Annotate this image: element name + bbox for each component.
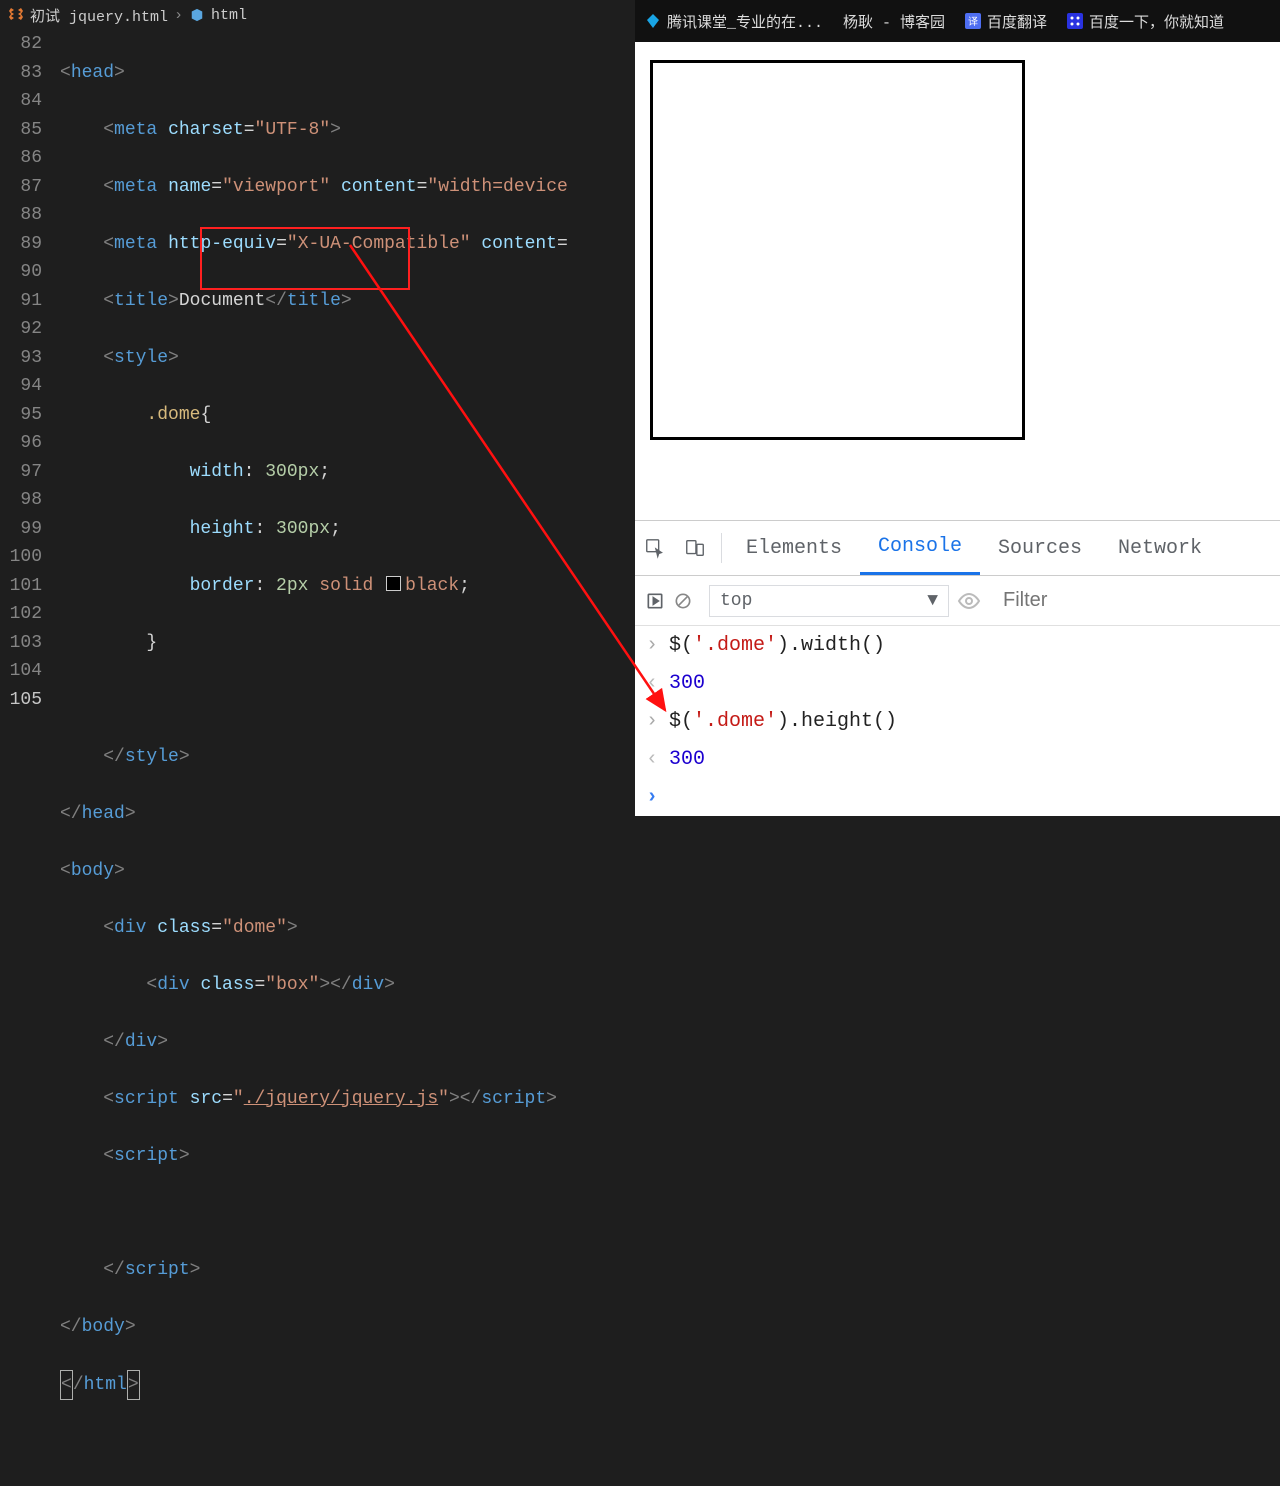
page-viewport bbox=[635, 42, 1280, 520]
console-output-row: ‹ 300 bbox=[635, 664, 1280, 702]
chevron-right-icon: › bbox=[174, 7, 183, 24]
device-icon[interactable] bbox=[675, 537, 715, 559]
svg-text:译: 译 bbox=[968, 16, 978, 29]
tab-console[interactable]: Console bbox=[860, 521, 980, 575]
console-input-row: › $('.dome').width() bbox=[635, 626, 1280, 664]
tab-label: 百度翻译 bbox=[987, 11, 1047, 32]
console-input-row: › $('.dome').height() bbox=[635, 702, 1280, 740]
devtools-tabs[interactable]: Elements Console Sources Network bbox=[635, 520, 1280, 576]
tab-network[interactable]: Network bbox=[1100, 521, 1220, 575]
console-output-row: ‹ 300 bbox=[635, 740, 1280, 778]
browser-tab[interactable]: 百度一下，你就知道 bbox=[1057, 0, 1234, 42]
breadcrumb-node[interactable]: html bbox=[211, 7, 247, 24]
chevron-down-icon: ▼ bbox=[927, 591, 938, 611]
cube-icon bbox=[189, 7, 205, 23]
gutter: 8283848586878889909192939495969798991001… bbox=[0, 30, 60, 1486]
code-text[interactable]: <head> <meta charset="UTF-8"> <meta name… bbox=[60, 30, 635, 1486]
editor-pane: 初试 jquery.html › html 828384858687888990… bbox=[0, 0, 635, 819]
tab-label: 腾讯课堂_专业的在... bbox=[667, 11, 823, 32]
tab-elements[interactable]: Elements bbox=[728, 521, 860, 575]
chevron-left-icon: ‹ bbox=[643, 748, 661, 771]
translate-icon: 译 bbox=[965, 13, 981, 29]
breadcrumb-file[interactable]: 初试 jquery.html bbox=[30, 5, 168, 26]
play-icon[interactable] bbox=[645, 586, 665, 616]
tab-sources[interactable]: Sources bbox=[980, 521, 1100, 575]
context-select[interactable]: top ▼ bbox=[709, 585, 949, 617]
clear-icon[interactable] bbox=[673, 586, 693, 616]
diamond-icon bbox=[645, 13, 661, 29]
browser-tabs[interactable]: 腾讯课堂_专业的在... 杨耿 - 博客园 译 百度翻译 百度一下，你就知道 bbox=[635, 0, 1280, 42]
chevron-right-icon: › bbox=[643, 634, 661, 657]
browser-tab[interactable]: 译 百度翻译 bbox=[955, 0, 1057, 42]
console-toolbar: top ▼ bbox=[635, 576, 1280, 626]
chevron-right-icon: › bbox=[643, 710, 661, 733]
chevron-left-icon: ‹ bbox=[643, 672, 661, 695]
baidu-icon bbox=[1067, 13, 1083, 29]
console-prompt-row[interactable]: › bbox=[635, 778, 1280, 816]
browser-pane: 腾讯课堂_专业的在... 杨耿 - 博客园 译 百度翻译 百度一下，你就知道 E… bbox=[635, 0, 1280, 819]
eye-icon[interactable] bbox=[957, 586, 981, 616]
console-output[interactable]: › $('.dome').width() ‹ 300 › $('.dome').… bbox=[635, 626, 1280, 816]
browser-tab[interactable]: 腾讯课堂_专业的在... bbox=[635, 0, 833, 42]
color-swatch-icon[interactable] bbox=[386, 576, 401, 591]
filter-input[interactable] bbox=[997, 585, 1274, 617]
tab-label: 百度一下，你就知道 bbox=[1089, 11, 1224, 32]
code-editor[interactable]: 8283848586878889909192939495969798991001… bbox=[0, 30, 635, 1486]
tab-label: 杨耿 - 博客园 bbox=[843, 11, 945, 32]
chevron-right-icon: › bbox=[643, 786, 661, 809]
inspect-icon[interactable] bbox=[635, 537, 675, 559]
breadcrumb[interactable]: 初试 jquery.html › html bbox=[0, 0, 635, 30]
file-icon bbox=[8, 7, 24, 23]
dome-box bbox=[650, 60, 1025, 440]
browser-tab[interactable]: 杨耿 - 博客园 bbox=[833, 0, 955, 42]
